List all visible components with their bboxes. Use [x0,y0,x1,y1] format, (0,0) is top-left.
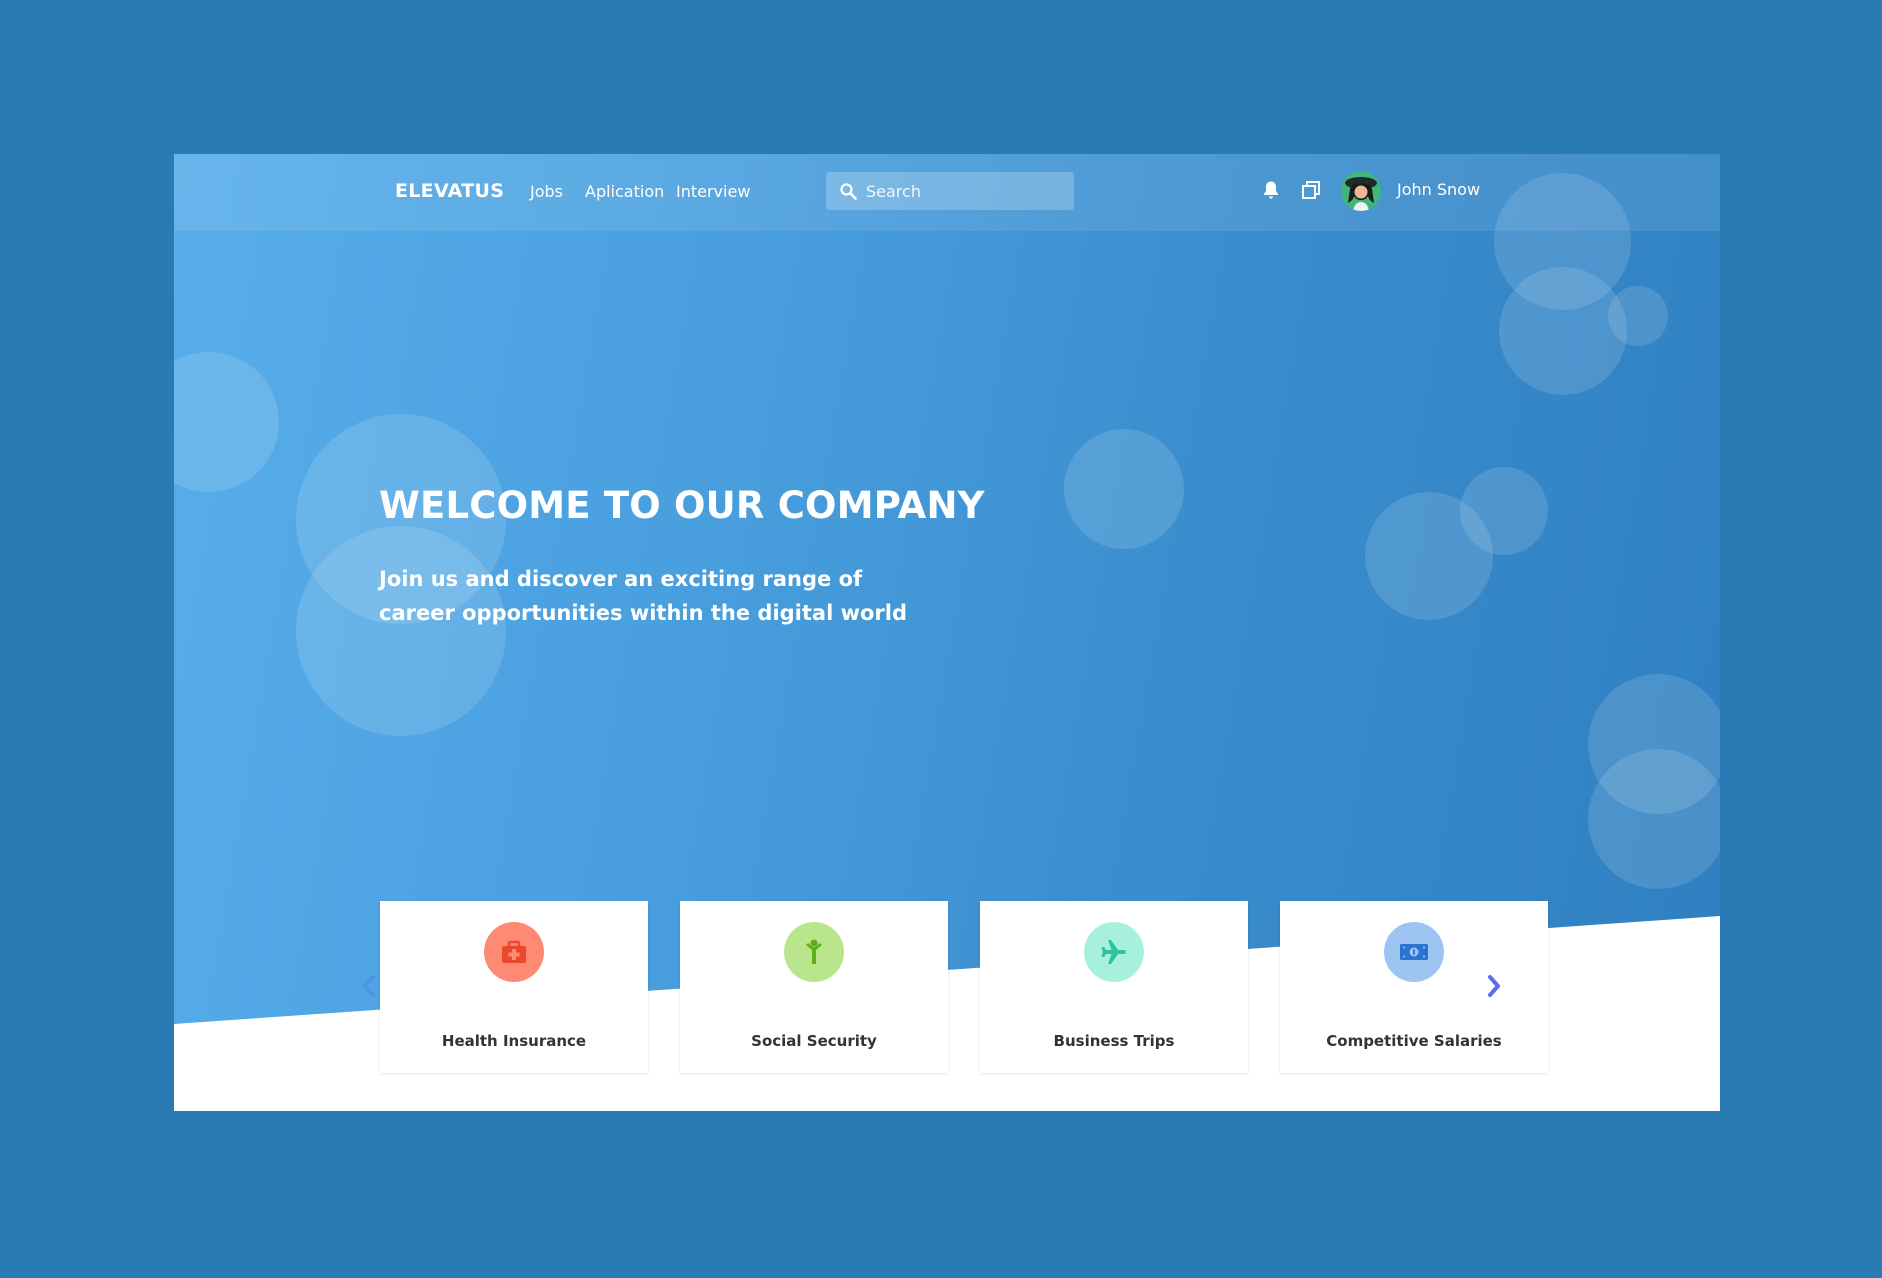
user-avatar[interactable] [1341,171,1381,211]
nav-link-jobs[interactable]: Jobs [530,182,563,201]
nav-link-interview[interactable]: Interview [676,182,750,201]
benefit-label: Competitive Salaries [1326,1032,1502,1050]
first-aid-kit-icon [502,940,526,963]
benefit-label: Business Trips [1053,1032,1175,1050]
app-window: ELEVATUS Jobs Aplication Interview Searc… [174,154,1720,1111]
airplane-icon [1101,940,1126,964]
brand-logo[interactable]: ELEVATUS [395,180,504,202]
benefit-card-business-trips[interactable]: Business Trips [980,901,1248,1073]
hero-title: WELCOME TO OUR COMPANY [379,484,985,527]
search-box [826,172,1074,210]
chevron-right-icon [1488,975,1500,997]
benefit-card-health-insurance[interactable]: Health Insurance [380,901,648,1073]
benefit-icon-circle [1084,922,1144,982]
search-icon [840,183,857,200]
hero-subtitle: Join us and discover an exciting range o… [379,567,908,625]
nav-link-application[interactable]: Aplication [585,182,664,201]
banknote-icon [1400,944,1428,960]
search-input[interactable] [866,172,1066,210]
person-icon [806,939,822,964]
user-name[interactable]: John Snow [1397,180,1480,199]
benefit-label: Health Insurance [441,1032,587,1050]
benefit-card-competitive-salaries[interactable]: Competitive Salaries [1280,901,1548,1073]
benefit-icon-circle [784,922,844,982]
carousel-prev-arrow[interactable] [362,974,376,1002]
chevron-left-icon [363,975,375,997]
benefit-card-social-security[interactable]: Social Security [680,901,948,1073]
benefit-label: Social Security [751,1032,877,1050]
bell-icon[interactable] [1262,180,1280,204]
carousel-next-arrow[interactable] [1487,974,1501,1002]
top-navbar: ELEVATUS Jobs Aplication Interview Searc… [174,154,1720,231]
windows-icon[interactable] [1301,180,1321,204]
benefit-icon-circle [484,922,544,982]
benefit-icon-circle [1384,922,1444,982]
